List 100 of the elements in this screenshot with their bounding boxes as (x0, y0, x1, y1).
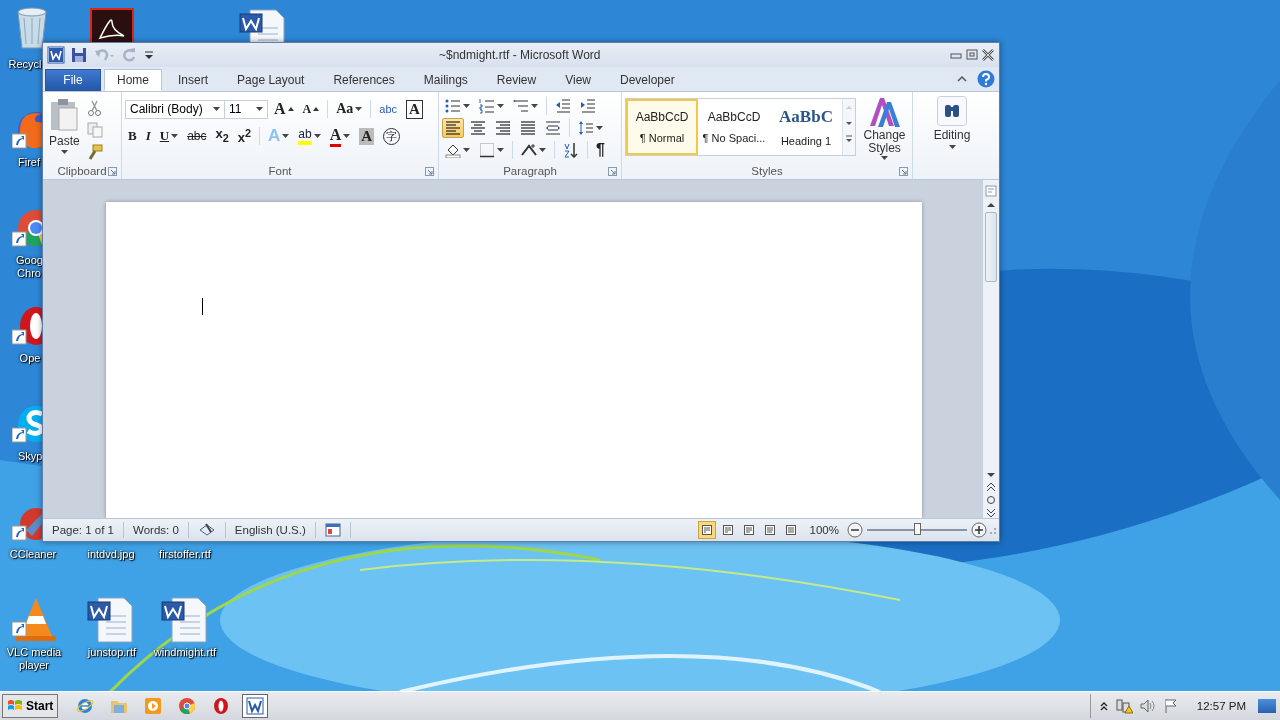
caret-icon (497, 148, 504, 152)
ribbon-tab[interactable]: View (552, 69, 604, 91)
format-painter-icon[interactable] (86, 144, 103, 160)
underline-button[interactable]: U (156, 125, 182, 147)
dialog-launcher-icon[interactable] (108, 167, 117, 176)
macro-icon[interactable] (324, 523, 341, 537)
next-page-icon[interactable] (984, 508, 998, 518)
editing-button[interactable]: Editing (922, 96, 982, 163)
vertical-scrollbar[interactable] (982, 180, 999, 518)
clock[interactable]: 12:57 PM (1196, 700, 1246, 712)
zoom-out-icon[interactable] (847, 522, 863, 538)
zoom-level[interactable]: 100% (809, 524, 839, 536)
resize-grip-icon[interactable] (987, 525, 997, 535)
character-border-button[interactable]: A (403, 98, 426, 120)
style-option[interactable]: AaBbC Heading 1 (770, 99, 842, 155)
paste-button[interactable]: Paste (46, 96, 83, 163)
app-icon[interactable] (47, 46, 65, 64)
ribbon-tab[interactable]: Developer (606, 69, 688, 91)
ribbon-tab[interactable]: References (320, 69, 408, 91)
phonetic-guide-button[interactable]: abc (376, 98, 401, 120)
dialog-launcher-icon[interactable] (899, 167, 908, 176)
icon-label[interactable]: Ope (18, 352, 42, 365)
maximize-icon[interactable] (965, 49, 979, 61)
ribbon-tab[interactable]: Review (483, 69, 550, 91)
caret-icon (497, 104, 504, 108)
align-left-button[interactable] (442, 118, 464, 138)
outline-icon (763, 524, 776, 536)
format-button[interactable]: x$^{2}$ (234, 125, 254, 147)
save-icon[interactable] (71, 47, 87, 63)
caret-icon (463, 104, 470, 108)
icon-label[interactable]: Skyp (18, 450, 42, 463)
previous-page-icon[interactable] (984, 482, 998, 492)
ribbon-tab[interactable]: Page Layout (224, 69, 318, 91)
print-layout-icon (700, 524, 713, 536)
page-count[interactable]: Page: 1 of 1 (43, 522, 125, 538)
caret-icon (213, 107, 220, 111)
numbering-icon (479, 98, 495, 114)
strikethrough-button[interactable]: abc (184, 125, 210, 147)
grow-font-button[interactable]: A (271, 98, 297, 120)
ribbon-tab[interactable]: Mailings (410, 69, 481, 91)
dialog-launcher-icon[interactable] (425, 167, 434, 176)
window-title: ~$ndmight.rtf - Microsoft Word (438, 48, 602, 62)
language-indicator[interactable]: English (U.S.) (225, 522, 316, 538)
zoom-in-icon[interactable] (971, 522, 987, 538)
style-preview: AaBbCcD (635, 110, 689, 124)
close-icon[interactable] (981, 49, 995, 61)
increase-indent-icon (580, 98, 596, 114)
speaker-icon[interactable] (1138, 698, 1157, 714)
asian-layout-icon (521, 142, 537, 158)
icon-label[interactable]: Goog Chro (16, 254, 42, 280)
icon-label[interactable]: Recycl (6, 58, 44, 71)
icon-label[interactable]: Firef (16, 156, 42, 169)
bullets-icon (445, 98, 461, 114)
start-button[interactable]: Start (2, 694, 59, 718)
zoom-slider-thumb[interactable] (914, 523, 921, 535)
flag-icon[interactable] (1162, 698, 1179, 714)
align-left-icon (445, 120, 461, 136)
network-warning-icon[interactable] (1114, 698, 1133, 714)
align-right-icon (495, 120, 511, 136)
font-size-field[interactable]: 11 (224, 99, 268, 119)
proofing-icon[interactable] (197, 522, 216, 538)
caret-icon (355, 107, 363, 111)
taskbar-app-button[interactable] (242, 694, 269, 718)
shrink-font-button[interactable]: A (299, 98, 323, 120)
cut-icon[interactable] (86, 100, 103, 116)
change-styles-button[interactable]: Change Styles (860, 96, 909, 163)
dialog-launcher-icon[interactable] (608, 167, 617, 176)
binoculars-icon (937, 96, 967, 126)
ring-logo-icon (212, 697, 231, 715)
browse-object-icon[interactable] (984, 494, 998, 506)
sort-icon (563, 142, 579, 158)
file-tab[interactable]: File (45, 69, 101, 91)
shading-icon (445, 142, 461, 158)
scroll-thumb[interactable] (985, 212, 997, 282)
caret-icon (948, 145, 956, 149)
ribbon-tab[interactable]: Insert (165, 69, 222, 91)
italic-button[interactable]: I (142, 125, 154, 147)
ribbon-tab[interactable]: Home (104, 69, 162, 91)
globe-e-icon (76, 697, 95, 715)
caret-icon (881, 156, 888, 160)
word-count[interactable]: Words: 0 (124, 522, 189, 538)
group-label: Font (268, 165, 292, 177)
numbering-button[interactable] (476, 96, 507, 116)
font-name-field[interactable]: Calibri (Body) (125, 99, 225, 119)
multilevel-list-icon (513, 98, 529, 114)
show-hidden-icons-icon[interactable] (1098, 700, 1109, 712)
change-case-button[interactable]: Aa (333, 98, 366, 120)
line-spacing-icon (578, 120, 594, 136)
style-option[interactable]: AaBbCcD ¶ No Spaci... (698, 99, 770, 155)
format-button[interactable]: x$_{2}$ (212, 125, 232, 147)
caret-icon (539, 148, 546, 152)
view-button[interactable] (697, 521, 716, 539)
bold-button[interactable]: B (125, 125, 140, 147)
caret-icon (171, 134, 179, 138)
help-icon[interactable] (977, 70, 995, 88)
show-formatting-button[interactable]: ¶ (593, 140, 608, 160)
style-option[interactable]: AaBbCcD ¶ Normal (626, 99, 698, 155)
caret-up-icon (313, 107, 320, 111)
font-color-button[interactable]: A (326, 125, 354, 147)
highlight-button[interactable]: ab (295, 125, 324, 147)
